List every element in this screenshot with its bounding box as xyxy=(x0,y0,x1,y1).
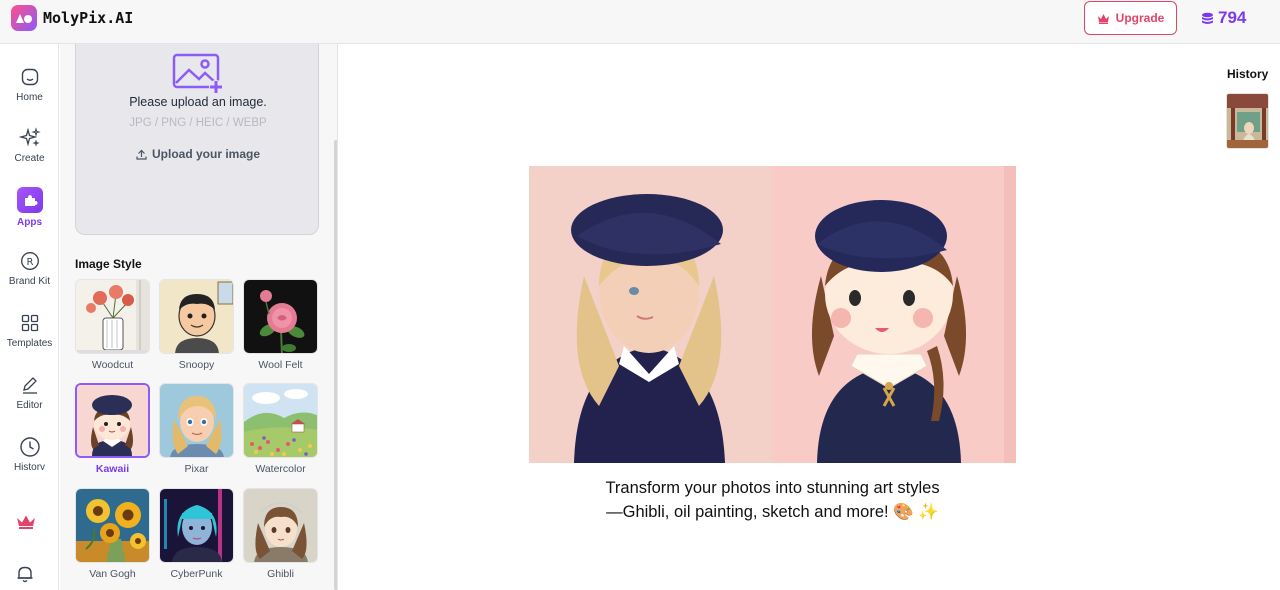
nav-label-create: Create xyxy=(14,153,45,164)
style-tile-snoopy[interactable]: Snoopy xyxy=(159,279,234,371)
grid-icon xyxy=(19,312,41,334)
nav-label-editor: Editor xyxy=(16,400,43,411)
clock-icon xyxy=(19,436,41,458)
nav-item-create[interactable]: Create xyxy=(0,127,59,164)
style-tile-kawaii[interactable]: Kawaii xyxy=(75,383,150,475)
style-label-watercolor: Watercolor xyxy=(255,463,306,475)
crown-icon xyxy=(1097,13,1109,24)
style-thumb-pixar xyxy=(159,383,234,458)
nav-label-home: Home xyxy=(16,92,43,103)
nav-label-templates: Templates xyxy=(6,338,53,349)
nav-label-brand-kit: Brand Kit xyxy=(8,276,51,287)
brand-name[interactable]: MolyPix.AI xyxy=(43,9,133,27)
nav-label-history: History xyxy=(13,462,46,470)
style-label-woodcut: Woodcut xyxy=(91,359,134,371)
style-thumb-woodcut xyxy=(75,279,150,354)
nav-item-brand-kit[interactable]: R Brand Kit xyxy=(0,250,59,287)
style-thumb-ghibli xyxy=(243,488,318,563)
main-canvas: Transform your photos into stunning art … xyxy=(339,44,1280,590)
nav-label-apps: Apps xyxy=(17,217,42,228)
credits-balance[interactable]: 794 xyxy=(1201,8,1246,28)
upload-formats: JPG / PNG / HEIC / WEBP xyxy=(129,117,267,129)
style-thumb-kawaii xyxy=(75,383,150,458)
history-heading: History xyxy=(1227,67,1269,81)
nav-item-apps[interactable]: Apps xyxy=(0,187,59,228)
style-label-ghibli: Ghibli xyxy=(267,568,294,580)
style-tile-van-gogh[interactable]: Van Gogh xyxy=(75,488,150,580)
upload-arrow-icon xyxy=(136,149,147,160)
top-bar: MolyPix.AI Upgrade 794 xyxy=(0,0,1280,44)
style-thumb-wool-felt xyxy=(243,279,318,354)
style-label-kawaii: Kawaii xyxy=(95,463,130,475)
registered-icon: R xyxy=(19,250,41,272)
style-label-wool-felt: Wool Felt xyxy=(258,359,303,371)
coins-icon xyxy=(1202,12,1213,24)
pencil-icon xyxy=(19,374,41,396)
panel-scrollbar[interactable] xyxy=(334,140,337,590)
molypix-logo-icon[interactable] xyxy=(11,5,37,31)
style-tile-woodcut[interactable]: Woodcut xyxy=(75,279,150,371)
upload-image-button[interactable]: Upload your image xyxy=(76,147,320,161)
style-label-cyberpunk: CyberPunk xyxy=(170,568,223,580)
credits-count: 794 xyxy=(1218,8,1247,27)
nav-item-history[interactable]: History xyxy=(0,436,59,470)
nav-item-editor[interactable]: Editor xyxy=(0,374,59,411)
style-tile-ghibli[interactable]: Ghibli xyxy=(243,488,318,580)
style-tile-wool-felt[interactable]: Wool Felt xyxy=(243,279,318,371)
upgrade-button[interactable]: Upgrade xyxy=(1084,1,1177,35)
image-upload-icon xyxy=(172,53,224,100)
nav-item-templates[interactable]: Templates xyxy=(0,312,59,349)
hero-caption: Transform your photos into stunning art … xyxy=(605,479,940,521)
svg-text:R: R xyxy=(26,257,33,268)
home-icon xyxy=(19,66,41,88)
style-tile-pixar[interactable]: Pixar xyxy=(159,383,234,475)
hero-example-image xyxy=(529,166,1016,463)
premium-crown-icon[interactable] xyxy=(16,514,36,535)
style-thumb-cyberpunk xyxy=(159,488,234,563)
style-label-van-gogh: Van Gogh xyxy=(89,568,136,580)
apps-icon xyxy=(16,187,43,213)
nav-item-home[interactable]: Home xyxy=(0,66,59,103)
upload-button-label: Upload your image xyxy=(151,147,261,161)
image-style-heading: Image Style xyxy=(75,257,142,271)
upload-dropzone[interactable]: Please upload an image. JPG / PNG / HEIC… xyxy=(75,44,319,235)
style-label-snoopy: Snoopy xyxy=(178,359,215,371)
upload-prompt: Please upload an image. xyxy=(129,95,267,109)
style-thumb-van-gogh xyxy=(75,488,150,563)
style-thumb-snoopy xyxy=(159,279,234,354)
history-thumbnail[interactable] xyxy=(1226,93,1269,149)
style-tile-cyberpunk[interactable]: CyberPunk xyxy=(159,488,234,580)
style-panel: Please upload an image. JPG / PNG / HEIC… xyxy=(60,44,338,590)
sparkles-icon xyxy=(18,127,41,149)
style-thumb-watercolor xyxy=(243,383,318,458)
photo-girl-illustration xyxy=(571,194,725,463)
style-label-pixar: Pixar xyxy=(184,463,209,475)
notification-bell-icon[interactable] xyxy=(15,564,35,589)
left-navigation: Home Create Apps R Brand Kit Templates E… xyxy=(0,44,59,590)
upgrade-label: Upgrade xyxy=(1115,11,1165,25)
style-tile-watercolor[interactable]: Watercolor xyxy=(243,383,318,475)
